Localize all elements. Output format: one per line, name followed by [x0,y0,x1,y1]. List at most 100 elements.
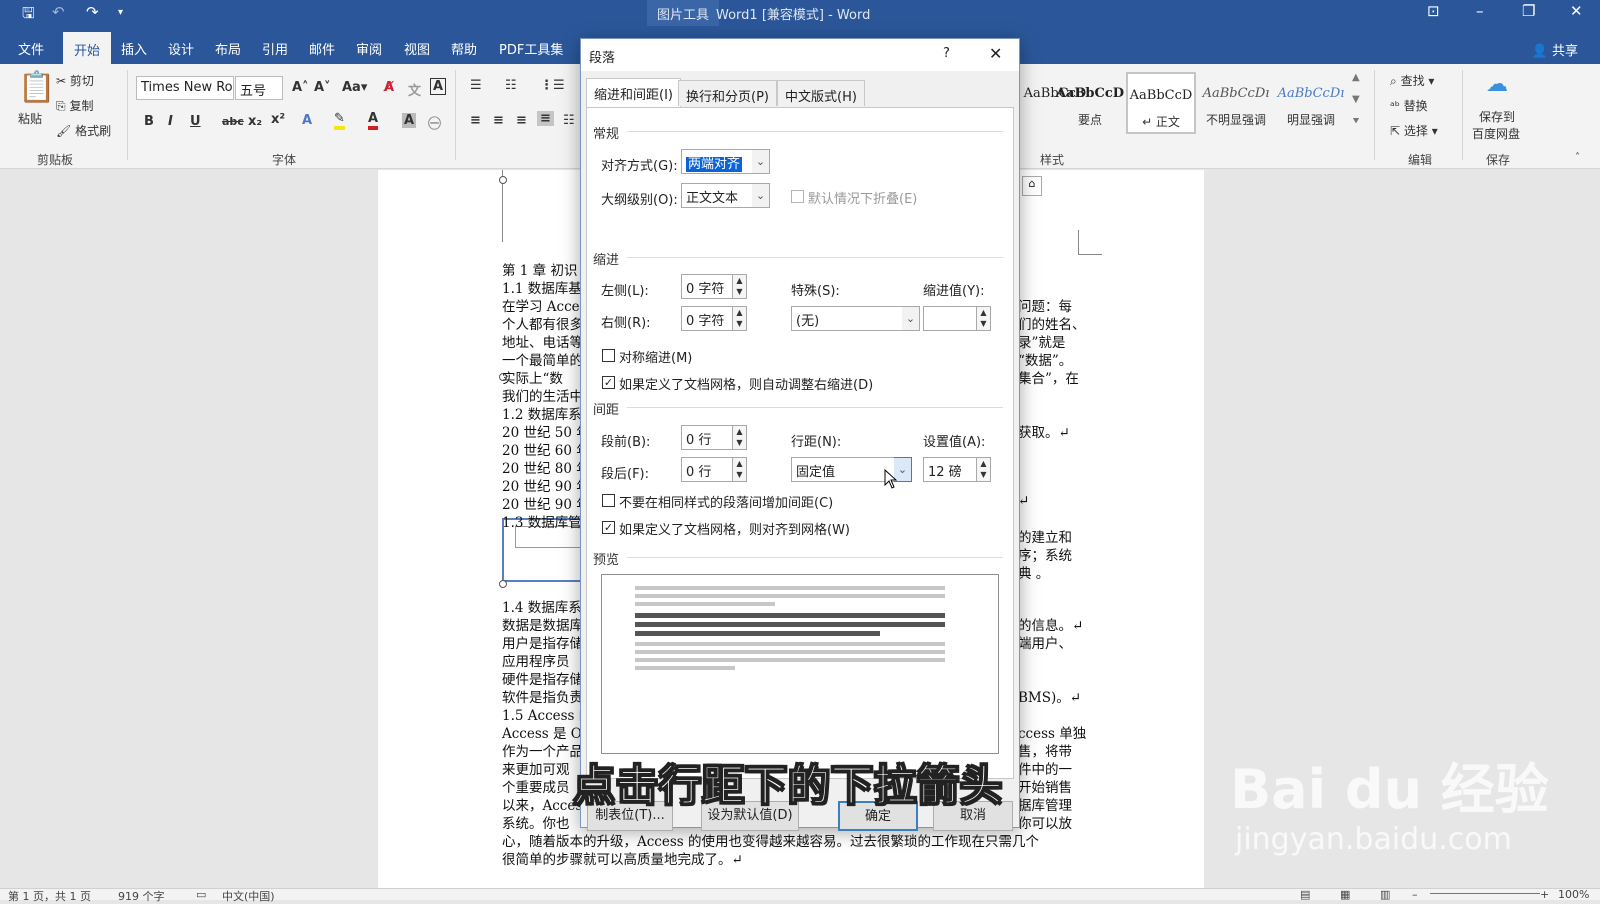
font-size-select[interactable]: 五号 [235,76,283,100]
paste-icon[interactable]: 📋 [18,70,55,105]
save-icon[interactable]: 🖫 [22,3,35,28]
auto-adjust-checkbox[interactable]: ✓ [602,376,615,389]
text-effects-icon[interactable]: A [302,113,312,128]
style-item-normal[interactable]: AaBbCcD ↵ 正文 [1126,72,1196,134]
copy-button[interactable]: ⎘ 复制 [56,97,93,114]
styles-scroll-up-icon[interactable]: ▲ [1352,72,1360,83]
tab-view[interactable]: 视图 [404,39,430,58]
strikethrough-icon[interactable]: abc [222,115,244,128]
tab-indents-spacing[interactable]: 缩进和间距(I) [586,78,681,108]
tab-review[interactable]: 审阅 [356,39,382,58]
tab-mailings[interactable]: 邮件 [309,39,335,58]
collapse-ribbon-icon[interactable]: ˄ [1575,152,1580,163]
cut-button[interactable]: ✂ 剪切 [56,72,94,89]
save-to-baidu-line2[interactable]: 百度网盘 [1472,125,1520,142]
center-icon[interactable]: ≡ [493,113,504,128]
indent-by-spinner[interactable]: ▲ ▼ [977,306,991,331]
bold-icon[interactable]: B [144,114,154,129]
proofing-icon[interactable]: ▭ [196,888,206,901]
paste-button[interactable]: 粘贴 [18,110,42,127]
grow-font-icon[interactable]: A˄ [292,80,309,95]
character-shading-icon[interactable]: A [402,113,417,128]
phonetic-guide-icon[interactable]: 文 [408,80,421,99]
word-count[interactable]: 919 个字 [118,888,165,904]
indent-left-input[interactable]: 0 字符 [681,274,733,299]
web-layout-icon[interactable]: ▥ [1380,888,1390,901]
tab-pdf-tools[interactable]: PDF工具集 [499,39,563,58]
bullets-icon[interactable]: ☰ [470,78,482,93]
resize-handle[interactable] [499,580,507,588]
indent-right-input[interactable]: 0 字符 [681,306,733,331]
style-item[interactable]: AaBbCcDı 不明显强调 [1201,72,1271,134]
spacing-before-spinner[interactable]: ▲ ▼ [733,425,747,450]
no-add-space-checkbox[interactable] [602,494,615,507]
chevron-down-icon[interactable]: ⌄ [752,149,770,174]
language-indicator[interactable]: 中文(中国) [222,888,275,904]
zoom-level[interactable]: 100% [1558,888,1589,901]
find-button[interactable]: ⌕ 查找 ▾ [1390,72,1434,89]
read-mode-icon[interactable]: ▤ [1300,888,1310,901]
help-button[interactable]: ? [943,46,950,61]
close-window-icon[interactable]: ✕ [1570,2,1583,20]
alignment-select[interactable]: 两端对齐 [681,149,753,174]
tab-help[interactable]: 帮助 [451,39,477,58]
save-to-baidu-line1[interactable]: 保存到 [1479,108,1515,125]
italic-icon[interactable]: I [168,114,173,129]
spacing-at-spinner[interactable]: ▲ ▼ [977,457,991,482]
indent-left-spinner[interactable]: ▲ ▼ [733,274,747,299]
align-right-icon[interactable]: ≡ [516,113,527,128]
font-color-icon[interactable]: A [368,111,379,130]
multilevel-list-icon[interactable]: ⋮☰ [540,78,565,93]
tab-asian-typography[interactable]: 中文版式(H) [777,80,865,106]
ribbon-display-icon[interactable]: ⊡ [1427,2,1440,20]
tab-references[interactable]: 引用 [262,39,288,58]
underline-icon[interactable]: U [190,114,201,129]
enclose-characters-icon[interactable]: ㊀ [428,113,441,132]
superscript-icon[interactable]: x² [271,112,285,127]
change-case-icon[interactable]: Aa▾ [342,80,367,95]
chevron-down-icon[interactable]: ⌄ [752,183,770,208]
collapse-checkbox[interactable] [791,190,804,203]
align-left-icon[interactable]: ≡ [470,113,481,128]
mirror-indents-checkbox[interactable] [602,349,615,362]
select-button[interactable]: ⇱ 选择 ▾ [1390,122,1438,139]
zoom-slider[interactable] [1430,893,1540,894]
indent-right-spinner[interactable]: ▲ ▼ [733,306,747,331]
replace-button[interactable]: ᵃᵇ 替换 [1390,97,1428,114]
special-indent-select[interactable]: (无) [791,306,903,331]
styles-scroll-down-icon[interactable]: ▼ [1352,94,1360,105]
outline-level-select[interactable]: 正文文本 [681,183,753,208]
spacing-after-input[interactable]: 0 行 [681,457,733,482]
tab-layout[interactable]: 布局 [215,39,241,58]
tab-line-page-breaks[interactable]: 换行和分页(P) [678,80,777,106]
close-icon[interactable]: ✕ [989,44,1002,63]
redo-icon[interactable]: ↷ [86,3,99,21]
indent-by-input[interactable] [923,306,977,331]
spacing-before-input[interactable]: 0 行 [681,425,733,450]
tab-design[interactable]: 设计 [168,39,194,58]
shrink-font-icon[interactable]: A˅ [314,80,331,95]
tab-home[interactable]: 开始 [63,32,112,68]
spacing-after-spinner[interactable]: ▲ ▼ [733,457,747,482]
layout-options-icon[interactable]: ⌂ [1022,176,1042,196]
customize-quick-access-icon[interactable]: ▾ [118,7,123,18]
subscript-icon[interactable]: x₂ [248,114,262,129]
spacing-at-input[interactable]: 12 磅 [923,457,977,482]
distributed-icon[interactable]: ☷ [563,113,575,128]
style-item[interactable]: AaBbCcDı 明显强调 [1276,72,1346,134]
font-name-select[interactable]: Times New Ro [136,76,234,100]
baidu-netdisk-icon[interactable]: ☁ [1486,72,1508,97]
chevron-down-icon[interactable]: ⌄ [902,306,920,331]
snap-to-grid-checkbox[interactable]: ✓ [602,521,615,534]
print-layout-icon[interactable]: ▦ [1340,888,1350,901]
tab-file[interactable]: 文件 [18,39,44,58]
clear-format-icon[interactable]: A̸ [384,80,394,95]
style-item[interactable]: AaBbCcD 要点 [1055,72,1125,134]
justify-icon[interactable]: ≡ [537,111,554,126]
format-painter-button[interactable]: 🖌 格式刷 [56,122,111,139]
zoom-in-icon[interactable]: + [1540,888,1549,901]
share-button[interactable]: 👤 共享 [1532,40,1578,59]
highlight-icon[interactable]: ✎ [334,111,345,130]
zoom-out-icon[interactable]: – [1412,888,1418,901]
page-count[interactable]: 第 1 页，共 1 页 [8,888,91,904]
